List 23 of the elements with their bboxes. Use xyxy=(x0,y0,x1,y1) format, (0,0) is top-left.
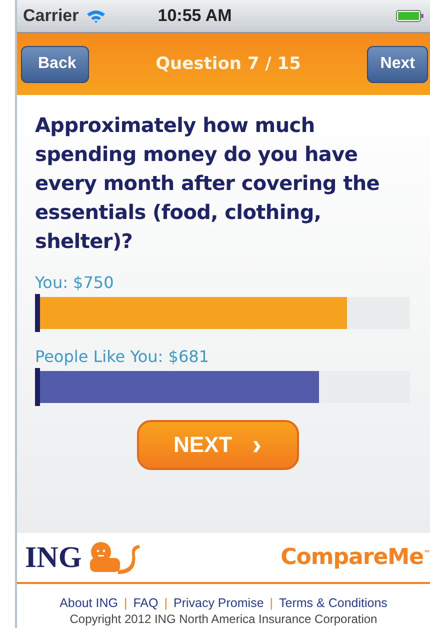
footer-link[interactable]: FAQ xyxy=(133,596,158,610)
footer-link[interactable]: Terms & Conditions xyxy=(279,596,388,610)
footer-link[interactable]: Privacy Promise xyxy=(173,596,264,610)
battery-icon xyxy=(396,10,424,22)
footer-link[interactable]: About ING xyxy=(60,596,118,610)
ing-logo: ING xyxy=(25,540,144,576)
next-nav-button[interactable]: Next xyxy=(367,46,428,82)
bar-start-mark xyxy=(35,368,40,406)
link-separator: | xyxy=(270,596,274,610)
chevron-icon: › xyxy=(252,431,262,459)
status-time: 10:55 AM xyxy=(158,6,233,26)
link-separator: | xyxy=(124,596,128,610)
wifi-icon xyxy=(86,9,106,23)
copyright-text: Copyright 2012 ING North America Insurance Corporation xyxy=(70,612,378,626)
result-label: People Like You: $681 xyxy=(35,346,210,368)
link-separator: | xyxy=(164,596,168,610)
result-label: You: $750 xyxy=(35,272,115,294)
compareme-logo: CompareMe$^{™}$ xyxy=(280,545,430,570)
question-text: Approximately how much spending money do you have every month after covering the essentials (food, clothing, shelter)? xyxy=(35,112,380,255)
bar-start-mark xyxy=(35,294,40,332)
question-counter: Question 7 / 15 xyxy=(156,54,301,74)
carrier-name: Carrier xyxy=(23,6,79,26)
back-button[interactable]: Back xyxy=(21,46,90,82)
